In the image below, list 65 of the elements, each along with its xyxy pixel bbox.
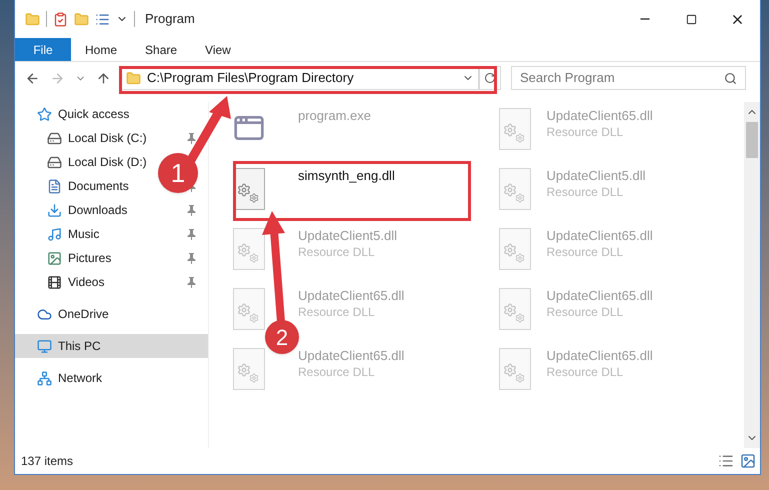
- sidebar-item[interactable]: Quick access: [15, 102, 138, 126]
- properties-icon[interactable]: [53, 12, 68, 26]
- large-icons-view-icon[interactable]: [740, 453, 756, 469]
- file-gear-icon: [233, 348, 265, 390]
- file-gear-icon: [498, 288, 530, 330]
- file-type: Resource DLL: [298, 364, 376, 380]
- drive-icon: [47, 130, 62, 146]
- network-icon: [37, 370, 52, 386]
- up-icon[interactable]: [96, 70, 111, 86]
- step-number-badge: 1: [158, 153, 198, 193]
- sidebar-item[interactable]: Pictures: [15, 246, 120, 270]
- file-gear-icon: [233, 168, 265, 210]
- file-gear-icon: [498, 348, 530, 390]
- back-icon[interactable]: [25, 70, 40, 86]
- sidebar-item[interactable]: Local Disk (D:): [15, 150, 155, 174]
- sidebar-item[interactable]: Local Disk (C:): [15, 126, 155, 150]
- details-view-icon[interactable]: [718, 453, 734, 469]
- sidebar-item[interactable]: This PC: [15, 334, 208, 358]
- sidebar-item[interactable]: Downloads: [15, 198, 136, 222]
- search-input[interactable]: Search Program: [520, 68, 724, 88]
- maximize-icon: [686, 14, 696, 24]
- music-note-icon: [47, 226, 62, 242]
- refresh-button[interactable]: [479, 66, 501, 90]
- sidebar-item[interactable]: Documents: [15, 174, 137, 198]
- address-bar[interactable]: C:\Program Files\Program Directory: [121, 66, 479, 90]
- sidebar-item[interactable]: OneDrive: [15, 302, 117, 326]
- picture-icon: [47, 250, 62, 266]
- star-icon: [37, 106, 52, 122]
- file-gear-icon: [498, 168, 530, 210]
- file-gear-icon: [233, 228, 265, 270]
- file-type: Resource DLL: [546, 184, 624, 200]
- search-icon[interactable]: [724, 72, 737, 84]
- sidebar-item[interactable]: Network: [15, 366, 110, 390]
- search-field[interactable]: Search Program: [511, 66, 746, 90]
- file-name[interactable]: simsynth_eng.dll: [298, 168, 395, 184]
- sidebar-item[interactable]: Music: [15, 222, 108, 246]
- file-type: Resource DLL: [546, 124, 624, 140]
- sidebar-item[interactable]: Videos: [15, 270, 112, 294]
- drive-icon: [47, 154, 62, 170]
- cloud-icon: [37, 306, 52, 322]
- scrollbar-thumb[interactable]: [746, 122, 758, 158]
- download-icon: [47, 202, 62, 218]
- arrow: [187, 96, 231, 162]
- step-number-badge: 2: [265, 320, 299, 354]
- file-tab[interactable]: File: [15, 38, 71, 61]
- file-gear-icon: [233, 288, 265, 330]
- ribbon-tab[interactable]: View: [191, 38, 245, 61]
- scrollbar[interactable]: [744, 102, 760, 448]
- view-options-icon[interactable]: [95, 12, 110, 26]
- file-type: Resource DLL: [298, 244, 376, 260]
- folder-icon: [126, 70, 141, 86]
- window-title: Program: [145, 10, 195, 28]
- file-gear-icon: [498, 228, 530, 270]
- ribbon-tab[interactable]: Home: [71, 38, 132, 61]
- ribbon-tab[interactable]: Share: [131, 38, 192, 61]
- document-icon: [47, 178, 62, 194]
- file-type: Resource DLL: [298, 304, 376, 320]
- item-count: 137 items: [21, 453, 74, 470]
- file-type: Resource DLL: [546, 304, 624, 320]
- file-type: Resource DLL: [546, 244, 624, 260]
- refresh-icon: [484, 72, 496, 84]
- file-type: Resource DLL: [546, 364, 624, 380]
- monitor-icon: [37, 338, 52, 354]
- file-gear-icon: [498, 108, 530, 150]
- film-icon: [47, 274, 62, 290]
